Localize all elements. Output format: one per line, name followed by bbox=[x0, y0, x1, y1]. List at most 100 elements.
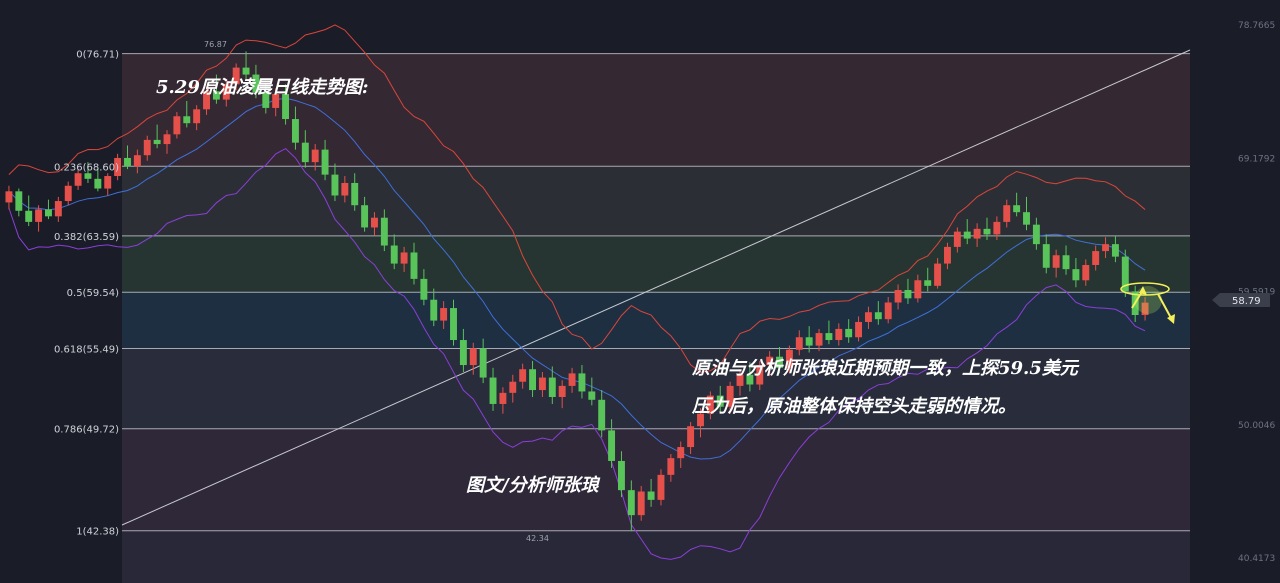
candle-body bbox=[25, 210, 33, 222]
candle-body bbox=[815, 333, 823, 346]
candle-body bbox=[143, 139, 151, 156]
candle-body bbox=[519, 369, 527, 382]
candle-body bbox=[1032, 224, 1040, 245]
chart-title: 5.29原油凌晨日线走势图: bbox=[156, 77, 368, 98]
analysis-note-line2: 压力后，原油整体保持空头走弱的情况。 bbox=[691, 396, 1016, 417]
candle-body bbox=[835, 328, 843, 341]
candle-body bbox=[440, 308, 448, 321]
fib-label: 0.786(49.72) bbox=[54, 425, 119, 436]
candle-body bbox=[351, 182, 359, 206]
candle-body bbox=[874, 312, 882, 320]
candle-body bbox=[963, 231, 971, 239]
candle-body bbox=[1082, 264, 1090, 281]
candle-body bbox=[361, 205, 369, 228]
fib-band bbox=[122, 235, 1190, 293]
y-tick-label: 78.7665 bbox=[1238, 21, 1275, 31]
credit-text: 图文/分析师张琅 bbox=[466, 475, 601, 496]
candle-body bbox=[479, 348, 487, 378]
candle-body bbox=[993, 221, 1001, 235]
candle-body bbox=[548, 377, 556, 398]
candle-body bbox=[341, 182, 349, 196]
candle-body bbox=[1042, 244, 1050, 268]
candle-body bbox=[884, 302, 892, 320]
candle-body bbox=[1072, 269, 1080, 281]
y-tick-label: 69.1792 bbox=[1238, 154, 1275, 164]
candle-body bbox=[153, 139, 161, 145]
candle-body bbox=[568, 373, 576, 386]
candle-body bbox=[104, 176, 112, 189]
candle-body bbox=[1062, 255, 1070, 270]
candle-body bbox=[983, 228, 991, 235]
candle-body bbox=[1102, 244, 1110, 252]
candle-body bbox=[924, 280, 932, 286]
candle-body bbox=[301, 142, 309, 163]
candle-body bbox=[953, 231, 961, 247]
candle-body bbox=[934, 263, 942, 286]
candle-body bbox=[578, 373, 586, 392]
fib-label: 0.382(63.59) bbox=[54, 232, 119, 243]
candle-body bbox=[667, 458, 675, 475]
candle-body bbox=[608, 430, 616, 461]
fib-label: 0.5(59.54) bbox=[67, 288, 119, 299]
candle bbox=[1121, 249, 1129, 297]
candle-body bbox=[74, 173, 82, 186]
candle-body bbox=[410, 252, 418, 279]
candle-body bbox=[1111, 244, 1119, 257]
candle-body bbox=[331, 174, 339, 196]
low-price-label: 42.34 bbox=[526, 534, 549, 543]
last-price-value: 58.79 bbox=[1232, 296, 1261, 307]
y-tick-label: 40.4173 bbox=[1238, 554, 1275, 564]
candle-body bbox=[914, 280, 922, 299]
candle-body bbox=[588, 391, 596, 400]
candle-body bbox=[430, 299, 438, 321]
fib-label: 1(42.38) bbox=[76, 527, 119, 538]
candle-body bbox=[390, 245, 398, 264]
candle-body bbox=[617, 460, 625, 491]
candle-body bbox=[54, 201, 62, 217]
candle-body bbox=[193, 109, 201, 124]
candle-body bbox=[124, 157, 131, 167]
fib-bands bbox=[122, 53, 1190, 583]
candle-body bbox=[1013, 205, 1021, 213]
fib-label: 0.236(68.60) bbox=[54, 162, 119, 173]
price-marker: 58.79 bbox=[1212, 293, 1270, 307]
candle-body bbox=[44, 209, 52, 217]
candle-body bbox=[677, 447, 685, 459]
candle-body bbox=[499, 392, 507, 404]
candle-body bbox=[795, 337, 803, 350]
candle-body bbox=[598, 399, 606, 431]
candle-body bbox=[538, 377, 546, 391]
fib-band bbox=[122, 166, 1190, 236]
candle-body bbox=[469, 348, 477, 366]
candle-body bbox=[321, 149, 329, 175]
chart-root: 0(76.71) 0.236(68.60) 0.382(63.59) 0.5(59.5… bbox=[0, 0, 1280, 583]
candle-body bbox=[311, 149, 319, 163]
candle-body bbox=[173, 116, 181, 135]
candle-body bbox=[509, 381, 517, 393]
fib-label: 0.618(55.49) bbox=[54, 345, 119, 356]
candle-body bbox=[459, 340, 467, 366]
candle-body bbox=[420, 278, 428, 300]
candle-body bbox=[637, 491, 645, 516]
candle-body bbox=[450, 308, 457, 341]
candle-body bbox=[904, 289, 912, 299]
glow-spot bbox=[1134, 286, 1162, 314]
candle-body bbox=[894, 289, 902, 303]
candle-body bbox=[94, 178, 102, 189]
candle-body bbox=[400, 252, 408, 264]
candle-body bbox=[687, 426, 695, 448]
candle-body bbox=[84, 173, 92, 179]
candle-body bbox=[845, 328, 853, 338]
candle-body bbox=[371, 217, 378, 228]
candle-body bbox=[133, 155, 141, 167]
candle-body bbox=[825, 333, 833, 341]
y-tick-label: 50.0046 bbox=[1238, 421, 1275, 431]
fib-label: 0(76.71) bbox=[76, 50, 119, 61]
candle-body bbox=[1003, 205, 1011, 222]
fib-band bbox=[122, 428, 1190, 531]
candle-body bbox=[529, 369, 537, 391]
candle-body bbox=[5, 191, 13, 203]
candle-body bbox=[855, 321, 863, 338]
candle-body bbox=[35, 209, 43, 222]
high-price-label: 76.87 bbox=[204, 40, 227, 49]
